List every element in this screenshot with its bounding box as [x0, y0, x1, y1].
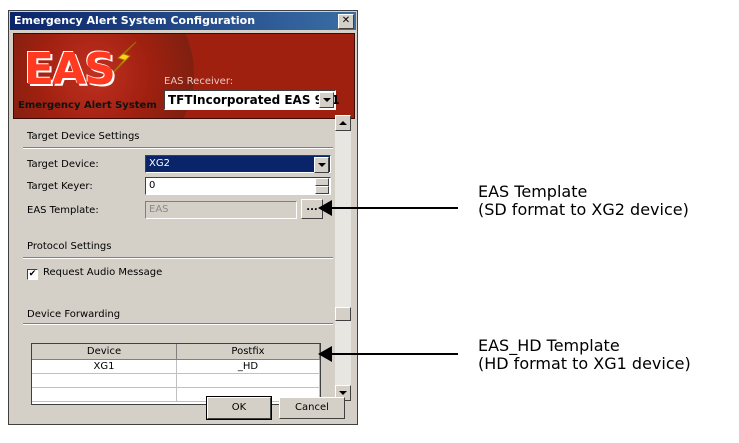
eas-logo: EAS — [24, 44, 116, 95]
divider — [23, 147, 333, 149]
spin-up-icon[interactable] — [315, 178, 329, 186]
receiver-value: TFTIncorporated EAS 911 — [168, 93, 340, 107]
receiver-label: EAS Receiver: — [164, 76, 234, 87]
target-keyer-value: 0 — [149, 180, 156, 191]
receiver-dropdown[interactable]: TFTIncorporated EAS 911 — [164, 90, 340, 110]
eas-logo-subtitle: Emergency Alert System — [18, 100, 157, 111]
device-forwarding-table[interactable]: Device Postfix XG1 _HD — [31, 343, 321, 405]
target-device-label: Target Device: — [27, 159, 99, 170]
target-section-title: Target Device Settings — [27, 131, 140, 142]
annotation-eas-template: EAS Template (SD format to XG2 device) — [478, 183, 689, 219]
annotation-line — [330, 353, 458, 355]
request-audio-checkbox[interactable]: ✔ — [27, 269, 38, 280]
window-title: Emergency Alert System Configuration — [14, 14, 256, 27]
ok-button[interactable]: OK — [206, 396, 272, 420]
chevron-down-icon[interactable] — [319, 92, 334, 108]
settings-panel: Target Device Settings Target Device: XG… — [13, 121, 333, 405]
table-cell-postfix[interactable] — [177, 374, 320, 388]
scroll-thumb[interactable] — [335, 307, 351, 321]
divider — [23, 323, 333, 325]
table-cell-device[interactable]: XG1 — [32, 360, 177, 374]
close-button[interactable]: ✕ — [338, 14, 354, 29]
column-header-postfix[interactable]: Postfix — [177, 344, 320, 360]
table-cell-device[interactable] — [32, 374, 177, 388]
divider — [23, 257, 333, 259]
table-cell-postfix[interactable]: _HD — [177, 360, 320, 374]
annotation-eas-hd-line1: EAS_HD Template — [478, 336, 620, 355]
chevron-down-icon[interactable] — [314, 157, 329, 173]
cancel-button[interactable]: Cancel — [279, 397, 345, 419]
eas-banner: EAS Emergency Alert System EAS Receiver:… — [13, 33, 355, 119]
column-header-device[interactable]: Device — [32, 344, 177, 360]
protocol-section-title: Protocol Settings — [27, 241, 112, 252]
annotation-eas-template-line2: (SD format to XG2 device) — [478, 200, 689, 219]
forwarding-section-title: Device Forwarding — [27, 309, 121, 320]
spinner-arrows — [315, 178, 329, 194]
target-keyer-spinner[interactable]: 0 — [145, 177, 331, 195]
annotation-line — [330, 207, 458, 209]
vertical-scrollbar[interactable] — [335, 115, 351, 401]
target-keyer-label: Target Keyer: — [27, 181, 93, 192]
eas-config-dialog: Emergency Alert System Configuration ✕ E… — [8, 10, 358, 425]
request-audio-label: Request Audio Message — [43, 267, 163, 278]
eas-template-field: EAS — [145, 201, 297, 219]
target-device-value: XG2 — [149, 158, 170, 169]
target-device-dropdown[interactable]: XG2 — [145, 155, 331, 173]
annotation-eas-hd-line2: (HD format to XG1 device) — [478, 354, 691, 373]
annotation-eas-hd-template: EAS_HD Template (HD format to XG1 device… — [478, 337, 691, 373]
scroll-up-icon[interactable] — [335, 115, 351, 131]
eas-template-value: EAS — [149, 204, 169, 215]
spin-down-icon[interactable] — [315, 186, 329, 194]
table-cell-device[interactable] — [32, 388, 177, 402]
title-bar: Emergency Alert System Configuration ✕ — [10, 12, 356, 30]
annotation-eas-template-line1: EAS Template — [478, 182, 588, 201]
eas-template-label: EAS Template: — [27, 205, 99, 216]
